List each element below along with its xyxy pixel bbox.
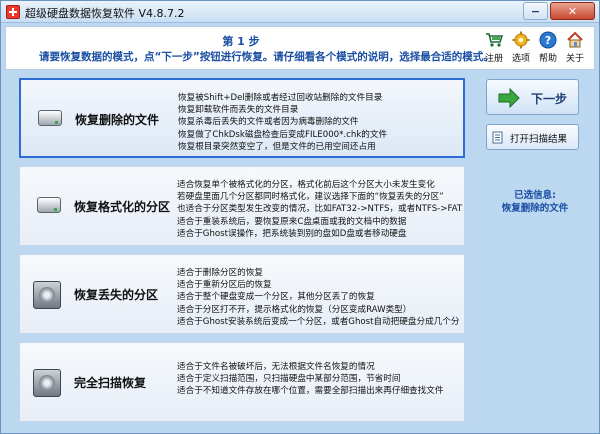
minimize-button[interactable]: − (523, 2, 548, 20)
mode-name: 恢复格式化的分区 (74, 200, 171, 214)
about-label: 关于 (565, 54, 584, 64)
document-icon (492, 131, 503, 144)
app-window: 超级硬盘数据恢复软件 V4.8.7.2 − ✕ 第 1 步 请要恢复数据的模式，… (0, 0, 600, 434)
hdd-icon (33, 369, 61, 397)
selected-info-value: 恢复删除的文件 (501, 203, 569, 214)
recovery-mode-list: 恢复删除的文件 恢复被Shift+Del删除或者经过回收站删除的文件目录 恢复卸… (19, 78, 465, 424)
about-button[interactable]: 关于 (562, 31, 588, 64)
help-button[interactable]: ? 帮助 (535, 31, 561, 64)
cart-icon (486, 33, 503, 47)
options-button[interactable]: 选项 (508, 31, 534, 64)
next-step-label: 下一步 (531, 92, 568, 106)
arrow-right-icon (498, 88, 520, 108)
mode-name: 恢复删除的文件 (75, 113, 160, 127)
gear-icon (512, 31, 530, 49)
options-label: 选项 (511, 54, 530, 64)
mode-full-scan[interactable]: 完全扫描恢复 适合于文件名被破坏后，无法根据文件名恢复的情况 适合于定义扫描范围… (19, 342, 465, 422)
instruction-text: 请要恢复数据的模式，点“下一步”按钮进行恢复。请仔细看各个模式的说明，选择最合适… (39, 51, 494, 63)
mode-recover-formatted[interactable]: 恢复格式化的分区 适合恢复单个被格式化的分区，格式化前后这个分区大小未发生变化 … (19, 166, 465, 246)
window-title: 超级硬盘数据恢复软件 V4.8.7.2 (25, 7, 185, 20)
disk-icon (37, 197, 61, 213)
register-button[interactable]: 注册 (481, 31, 507, 64)
mode-description: 恢复被Shift+Del删除或者经过回收站删除的文件目录 恢复卸载软件而丢失的文… (178, 93, 388, 152)
mode-recover-deleted[interactable]: 恢复删除的文件 恢复被Shift+Del删除或者经过回收站删除的文件目录 恢复卸… (19, 78, 465, 158)
selected-info-panel: 已选信息: 恢复删除的文件 (471, 189, 599, 215)
mode-recover-lost-partition[interactable]: 恢复丢失的分区 适合于删除分区的恢复 适合于重新分区后的恢复 适合于整个硬盘变成… (19, 254, 465, 334)
open-scan-results-label: 打开扫描结果 (510, 134, 568, 145)
close-button[interactable]: ✕ (550, 2, 595, 20)
selected-info-title: 已选信息: (514, 190, 556, 201)
open-scan-results-button[interactable]: 打开扫描结果 (486, 124, 579, 150)
app-logo-icon (6, 5, 20, 19)
mode-description: 适合恢复单个被格式化的分区，格式化前后这个分区大小未发生变化 若硬盘里面几个分区… (177, 180, 463, 239)
title-bar[interactable]: 超级硬盘数据恢复软件 V4.8.7.2 − ✕ (1, 1, 599, 23)
home-icon (567, 31, 583, 48)
mode-description: 适合于文件名被破坏后，无法根据文件名恢复的情况 适合于定义扫描范围，只扫描硬盘中… (177, 362, 444, 397)
next-step-button[interactable]: 下一步 (486, 79, 579, 115)
svg-text:?: ? (545, 34, 551, 47)
hdd-icon (33, 281, 61, 309)
mode-name: 恢复丢失的分区 (74, 288, 159, 302)
help-icon: ? (539, 31, 557, 49)
step-title: 第 1 步 (222, 35, 260, 48)
register-label: 注册 (484, 54, 503, 64)
mode-description: 适合于删除分区的恢复 适合于重新分区后的恢复 适合于整个硬盘变成一个分区，其他分… (177, 268, 460, 327)
help-label: 帮助 (538, 54, 557, 64)
mode-name: 完全扫描恢复 (74, 376, 147, 390)
header-panel: 第 1 步 请要恢复数据的模式，点“下一步”按钮进行恢复。请仔细看各个模式的说明… (5, 26, 595, 70)
disk-icon (38, 110, 62, 126)
